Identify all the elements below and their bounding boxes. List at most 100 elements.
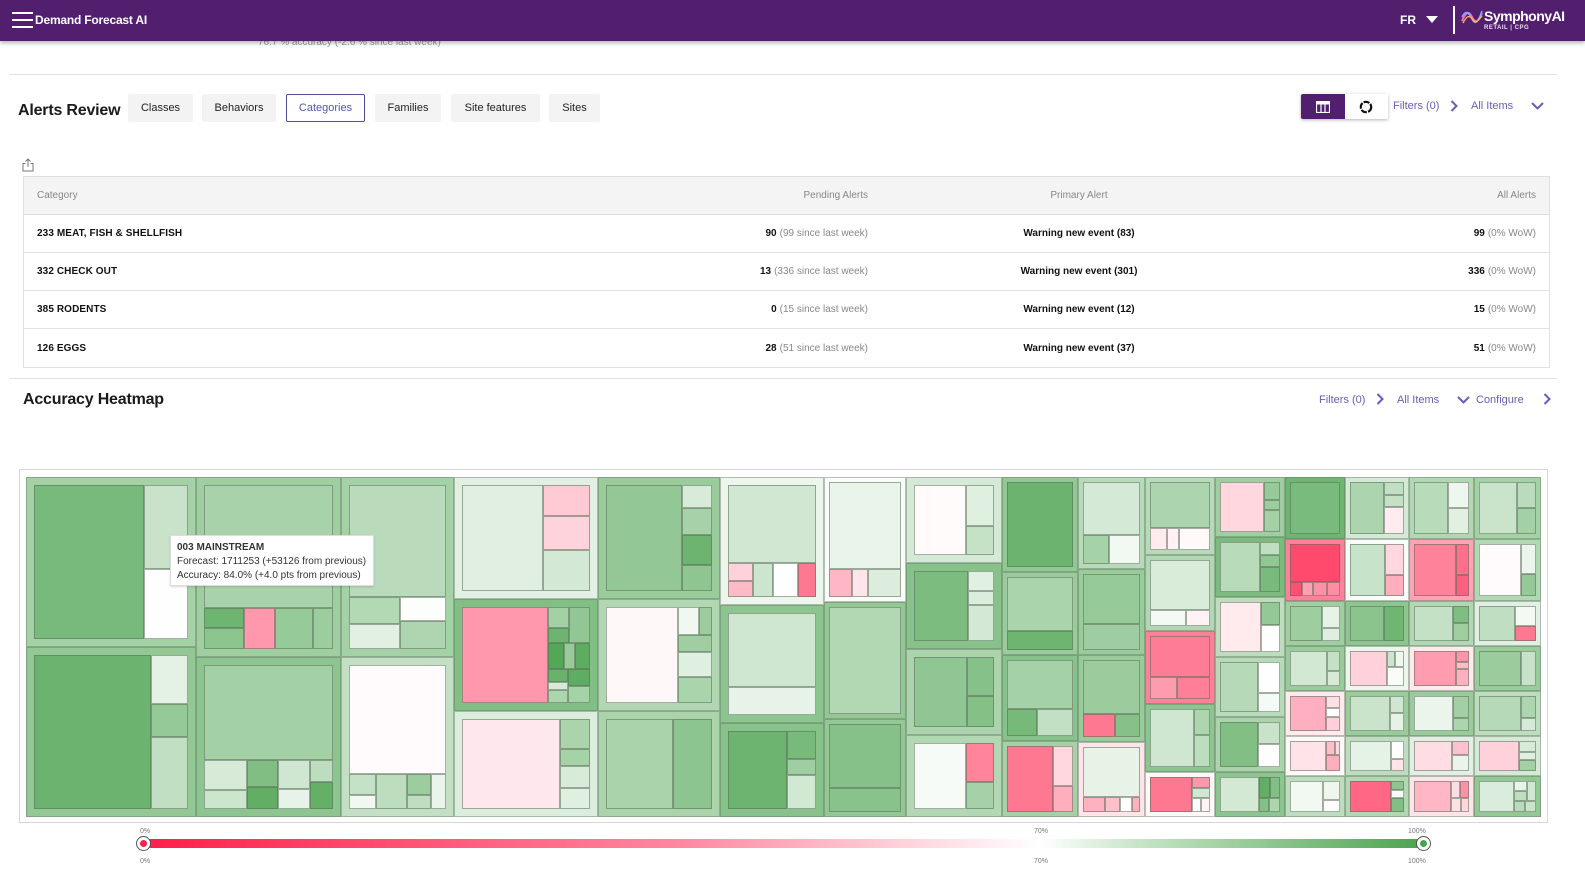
treemap-subcell[interactable] (1519, 752, 1536, 760)
treemap-subcell[interactable] (914, 657, 967, 727)
treemap-subcell[interactable] (1456, 575, 1469, 596)
treemap-subcell[interactable] (967, 696, 994, 727)
treemap-subcell[interactable] (1150, 777, 1192, 812)
treemap-subcell[interactable] (1456, 669, 1469, 686)
treemap-subcell[interactable] (1479, 482, 1517, 534)
treemap-subcell[interactable] (1448, 508, 1469, 534)
treemap-subcell[interactable] (829, 569, 852, 597)
heatmap-filters-link[interactable]: Filters (0) (1319, 394, 1365, 406)
treemap-subcell[interactable] (349, 665, 446, 774)
treemap-subcell[interactable] (1150, 709, 1194, 767)
treemap-subcell[interactable] (560, 719, 590, 749)
treemap-subcell[interactable] (1132, 797, 1140, 812)
treemap-subcell[interactable] (852, 569, 868, 597)
treemap-subcell[interactable] (1479, 781, 1514, 812)
treemap-subcell[interactable] (275, 608, 313, 649)
tab-families[interactable]: Families (375, 94, 441, 122)
treemap-subcell[interactable] (1290, 482, 1340, 534)
treemap-subcell[interactable] (1384, 482, 1404, 495)
treemap-subcell[interactable] (1519, 760, 1536, 771)
treemap-subcell[interactable] (1414, 482, 1448, 534)
tab-site-features[interactable]: Site features (451, 94, 540, 122)
treemap-subcell[interactable] (868, 569, 901, 597)
treemap-subcell[interactable] (1479, 741, 1519, 771)
treemap-subcell[interactable] (1258, 693, 1280, 712)
language-selector[interactable]: FR (1400, 13, 1416, 27)
treemap-subcell[interactable] (1327, 671, 1340, 686)
treemap-subcell[interactable] (728, 687, 816, 715)
treemap-subcell[interactable] (1515, 626, 1536, 641)
treemap-subcell[interactable] (1167, 528, 1179, 550)
treemap-subcell[interactable] (151, 704, 188, 737)
treemap-subcell[interactable] (798, 563, 816, 597)
chevron-right-icon[interactable] (1450, 100, 1458, 112)
treemap-subcell[interactable] (1258, 744, 1280, 767)
range-max-handle[interactable] (1416, 836, 1431, 851)
treemap-subcell[interactable] (968, 571, 994, 591)
treemap-subcell[interactable] (773, 563, 798, 597)
table-row[interactable]: 233 MEAT, FISH & SHELLFISH 90 (99 since l… (24, 215, 1549, 253)
treemap-subcell[interactable] (678, 677, 712, 703)
treemap-subcell[interactable] (1220, 542, 1260, 592)
treemap-subcell[interactable] (247, 787, 278, 809)
treemap-subcell[interactable] (1521, 544, 1536, 574)
treemap-subcell[interactable] (1177, 677, 1210, 699)
treemap-subcell[interactable] (1007, 709, 1037, 736)
treemap-subcell[interactable] (1384, 495, 1404, 507)
tab-categories[interactable]: Categories (286, 94, 365, 122)
treemap-subcell[interactable] (966, 485, 994, 526)
treemap-subcell[interactable] (204, 790, 247, 809)
treemap-subcell[interactable] (1414, 696, 1453, 731)
treemap-subcell[interactable] (1150, 636, 1210, 677)
treemap-subcell[interactable] (204, 608, 244, 628)
range-min-handle[interactable] (136, 836, 151, 851)
treemap-subcell[interactable] (1007, 482, 1073, 567)
treemap-subcell[interactable] (1290, 544, 1340, 582)
treemap-subcell[interactable] (204, 665, 333, 760)
treemap-subcell[interactable] (1007, 631, 1073, 650)
treemap-subcell[interactable] (1259, 777, 1270, 798)
treemap-subcell[interactable] (1350, 696, 1390, 731)
treemap-subcell[interactable] (914, 743, 966, 809)
treemap-subcell[interactable] (1264, 482, 1280, 500)
treemap-subcell[interactable] (1192, 788, 1210, 798)
treemap-subcell[interactable] (1479, 544, 1521, 596)
table-row[interactable]: 332 CHECK OUT 13 (336 since last week) Wa… (24, 253, 1549, 291)
treemap-subcell[interactable] (1264, 510, 1280, 532)
treemap-subcell[interactable] (699, 607, 712, 635)
treemap-subcell[interactable] (34, 485, 144, 639)
caret-down-icon[interactable] (1426, 16, 1438, 23)
treemap-subcell[interactable] (1521, 651, 1536, 686)
table-row[interactable]: 126 EGGS 28 (51 since last week) Warning … (24, 329, 1549, 367)
treemap-subcell[interactable] (1220, 777, 1259, 812)
treemap-subcell[interactable] (313, 608, 333, 649)
treemap-subcell[interactable] (1150, 482, 1210, 528)
treemap-subcell[interactable] (1395, 651, 1404, 667)
treemap-subcell[interactable] (1414, 606, 1453, 641)
treemap-subcell[interactable] (1083, 660, 1140, 714)
treemap-subcell[interactable] (1083, 574, 1140, 624)
treemap-subcell[interactable] (673, 719, 712, 809)
treemap-subcell[interactable] (1390, 696, 1404, 713)
treemap-subcell[interactable] (829, 788, 901, 812)
treemap-subcell[interactable] (1456, 544, 1469, 575)
treemap-subcell[interactable] (728, 731, 787, 809)
treemap-subcell[interactable] (1479, 606, 1515, 641)
treemap-subcell[interactable] (151, 655, 188, 704)
treemap-subcell[interactable] (548, 690, 568, 703)
treemap-subcell[interactable] (543, 485, 590, 516)
treemap-subcell[interactable] (1525, 801, 1536, 812)
treemap-subcell[interactable] (1037, 709, 1073, 736)
treemap-subcell[interactable] (1384, 606, 1404, 641)
treemap-subcell[interactable] (560, 749, 590, 766)
treemap-subcell[interactable] (548, 628, 569, 643)
treemap-subcell[interactable] (1269, 798, 1280, 812)
treemap-subcell[interactable] (1414, 544, 1456, 596)
treemap-subcell[interactable] (914, 571, 968, 641)
treemap-subcell[interactable] (682, 485, 712, 508)
treemap-subcell[interactable] (1350, 781, 1391, 812)
treemap-subcell[interactable] (1414, 781, 1451, 812)
tab-sites[interactable]: Sites (549, 94, 600, 122)
treemap-subcell[interactable] (462, 485, 543, 591)
treemap-subcell[interactable] (1313, 582, 1327, 596)
